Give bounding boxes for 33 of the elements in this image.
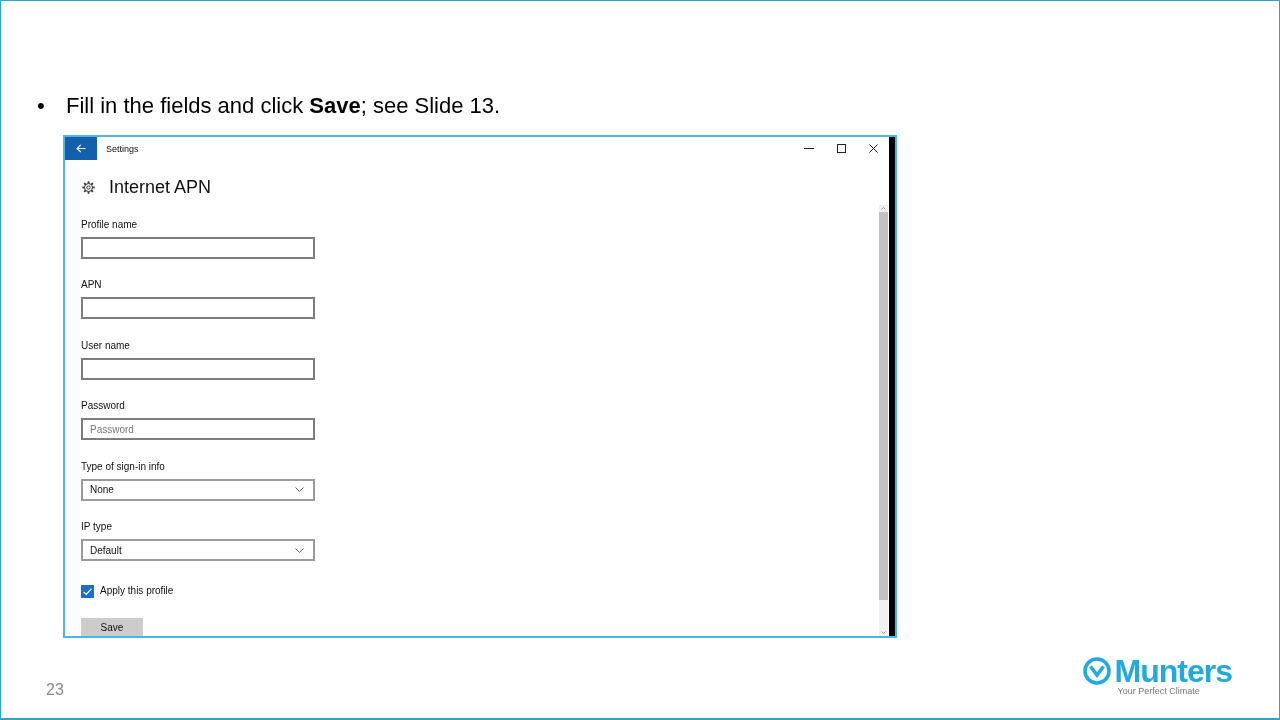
checkbox-label[interactable]: Apply this profile xyxy=(100,584,174,598)
chevron-down-icon xyxy=(295,487,304,492)
text-field[interactable] xyxy=(81,357,315,380)
save-button[interactable]: Save xyxy=(81,618,143,636)
checkbox[interactable] xyxy=(81,584,94,598)
field-label: APN xyxy=(81,278,102,292)
text-field[interactable] xyxy=(81,297,315,319)
minimize-icon xyxy=(804,148,814,149)
page-heading: Internet APN xyxy=(109,176,212,198)
field-label: Type of sign-in info xyxy=(81,459,165,474)
settings-icon xyxy=(82,180,95,194)
field-label: User name xyxy=(81,338,130,353)
text-field[interactable]: Password xyxy=(81,418,315,440)
arrow-left-icon xyxy=(76,144,86,153)
back-button[interactable] xyxy=(65,137,97,160)
text-field[interactable] xyxy=(81,236,315,259)
circle-logo-icon xyxy=(1082,657,1111,685)
field-label: Password xyxy=(81,399,125,413)
scroll-up-icon[interactable] xyxy=(879,205,888,212)
dropdown[interactable]: Default xyxy=(81,539,315,561)
logo-tagline: Your Perfect Climate xyxy=(1117,686,1200,696)
chevron-down-icon xyxy=(295,547,304,553)
maximize-icon xyxy=(836,144,846,153)
bullet-point: • xyxy=(37,93,46,119)
logo-wordmark: Munters xyxy=(1114,656,1232,686)
scroll-down-icon[interactable] xyxy=(879,629,888,636)
field-label: Profile name xyxy=(81,217,138,232)
bullet-text: Fill in the fields and click Save; see Slide 13. xyxy=(66,93,501,119)
window-title: Settings xyxy=(106,143,139,154)
close-icon xyxy=(868,144,878,153)
page-number: 23 xyxy=(46,680,64,700)
field-label: IP type xyxy=(81,520,112,534)
dropdown[interactable]: None xyxy=(81,478,315,501)
